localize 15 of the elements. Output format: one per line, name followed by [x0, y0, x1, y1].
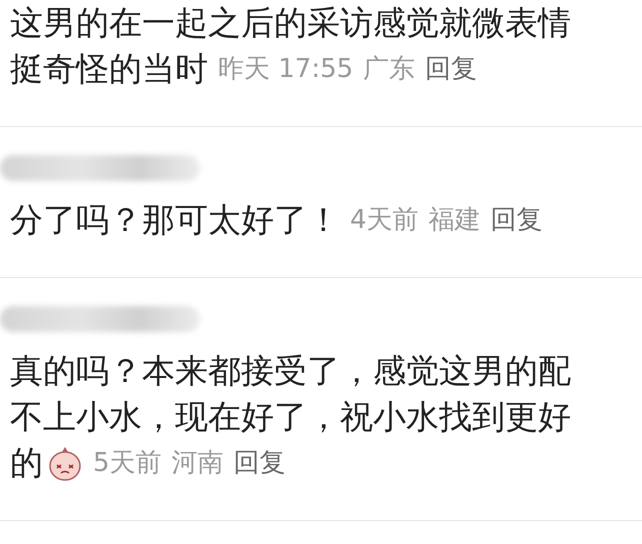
comment-location: 河南 [172, 447, 224, 480]
comment-time: 4天前 [350, 204, 419, 237]
comment-text: 的 [10, 442, 43, 484]
reply-link[interactable]: 回复 [490, 197, 543, 243]
comment-location: 广东 [363, 53, 416, 86]
comment-text: 真的吗？本来都接受了，感觉这男的配 [10, 350, 571, 392]
comment-text: 不上小水，现在好了，祝小水找到更好 [10, 396, 571, 438]
reply-link[interactable]: 回复 [234, 440, 286, 486]
comment-time: 5天前 [93, 447, 162, 480]
comment-time: 昨天 17:55 [218, 53, 354, 86]
reply-link[interactable]: 回复 [425, 46, 478, 92]
comment-text: 这男的在一起之后的采访感觉就微表情 [10, 2, 571, 44]
comment-text: 分了吗？那可太好了！ [10, 199, 340, 241]
comment-text: 挺奇怪的当时 [10, 48, 208, 90]
comment-location: 福建 [428, 204, 481, 237]
